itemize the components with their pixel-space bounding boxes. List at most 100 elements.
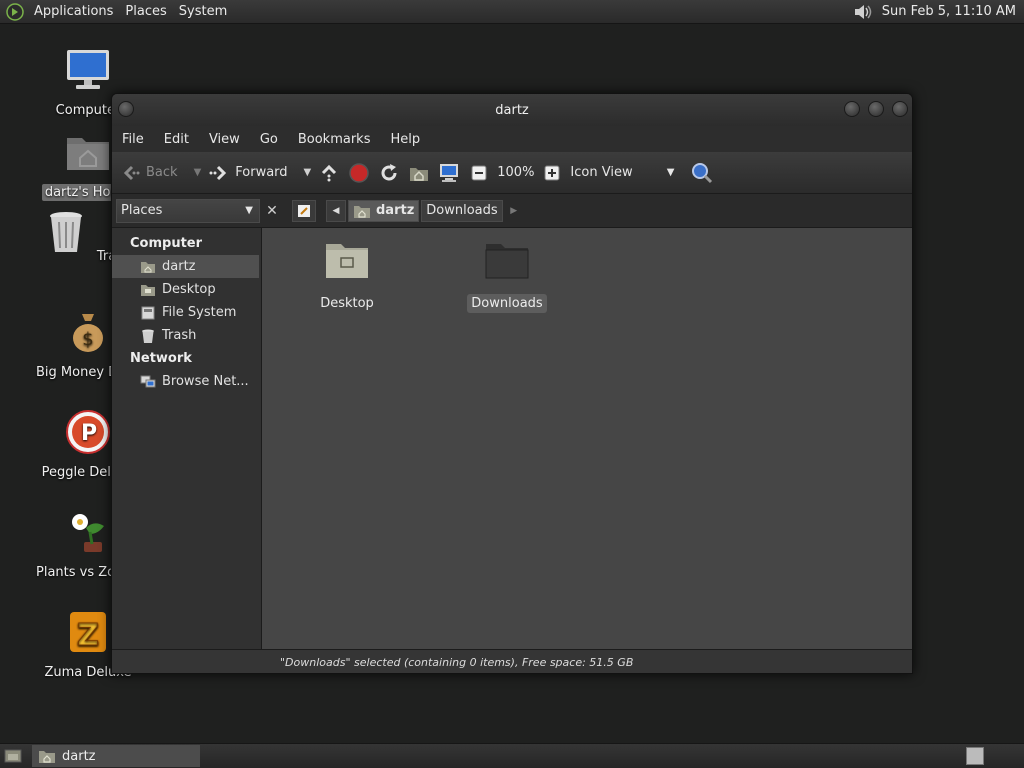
up-arrow-icon [322,164,337,181]
sidebar-header-network: Network [130,351,192,366]
view-mode-label: Icon View [570,165,633,180]
path-scroll-right-button[interactable]: ▶ [505,200,523,222]
sidebar-item-file-system[interactable]: File System [112,301,261,324]
back-history-dropdown-icon[interactable]: ▼ [194,167,202,178]
file-item-downloads[interactable]: Downloads [462,238,552,313]
home-icon [410,167,429,181]
drive-icon [141,306,155,319]
toolbar: Back ▼ Forward ▼ 100% Icon View ▼ [112,152,912,194]
stop-icon [349,162,369,183]
forward-history-dropdown-icon[interactable]: ▼ [304,167,312,178]
sidebar-item-label: Trash [162,328,197,343]
desktop-folder-icon [141,284,155,296]
zoom-out-button[interactable] [467,152,491,193]
svg-text:Z: Z [77,618,99,653]
menu-help[interactable]: Help [380,132,430,147]
sidebar-item-label: Browse Net... [162,374,249,389]
home-folder-icon [354,205,370,218]
chevron-down-icon: ▼ [666,167,675,178]
maximize-button[interactable] [868,101,884,117]
clock[interactable]: Sun Feb 5, 11:10 AM [874,4,1020,19]
sidebar-item-desktop[interactable]: Desktop [112,278,261,301]
zoom-level[interactable]: 100% [497,152,534,193]
back-label: Back [146,165,178,180]
file-item-desktop[interactable]: Desktop [302,238,392,313]
close-sidebar-icon[interactable]: ✕ [262,200,282,222]
reload-icon [381,163,397,180]
peggle-icon: P [66,410,110,454]
minimize-button[interactable] [844,101,860,117]
sidebar-item-label: Desktop [162,282,216,297]
zoom-in-icon [544,165,560,180]
location-bar: Places ▼ ✕ ◀ dartz Downloads ▶ [112,194,912,228]
forward-arrow-icon [209,165,227,180]
zoom-out-icon [471,165,487,180]
svg-text:$: $ [82,329,93,350]
up-button[interactable] [317,152,341,193]
volume-icon[interactable] [852,2,874,22]
places-sidebar: Computer dartz Desktop File System Trash… [112,228,262,649]
sidebar-item-browse-network[interactable]: Browse Net... [112,370,261,393]
show-desktop-icon[interactable] [4,748,22,764]
menu-file[interactable]: File [112,132,154,147]
menu-go[interactable]: Go [250,132,288,147]
view-mode-select[interactable]: Icon View ▼ [570,152,674,193]
computer-button[interactable] [437,152,461,193]
toggle-location-entry-button[interactable] [292,199,316,222]
path-crumb-downloads[interactable]: Downloads [421,199,503,222]
computer-icon [440,163,459,182]
taskbar-item-label: dartz [62,748,96,764]
home-folder-icon [39,751,55,763]
svg-text:P: P [81,421,97,446]
reload-button[interactable] [377,152,401,193]
stop-button[interactable] [347,152,371,193]
home-button[interactable] [407,152,431,193]
taskbar-item-dartz[interactable]: dartz [32,745,200,767]
path-scroll-left-button[interactable]: ◀ [326,199,346,222]
menu-bookmarks[interactable]: Bookmarks [288,132,381,147]
money-bag-icon: $ [73,314,103,352]
window-menu-button[interactable] [118,101,134,117]
file-view[interactable]: Desktop Downloads [262,228,912,649]
applications-menu[interactable]: Applications [28,0,119,24]
system-menu[interactable]: System [173,0,233,24]
chevron-down-icon: ▼ [245,205,253,216]
window-title: dartz [495,102,529,118]
path-crumb-label: Downloads [426,203,498,218]
sidebar-type-select[interactable]: Places ▼ [116,198,260,223]
window-titlebar[interactable]: dartz [112,94,912,126]
path-crumb-dartz[interactable]: dartz [348,199,420,222]
sidebar-type-label: Places [121,203,163,218]
zoom-in-button[interactable] [540,152,564,193]
sidebar-item-label: File System [162,305,237,320]
trash-icon [142,329,154,343]
file-item-label: Downloads [467,294,547,313]
back-button[interactable]: Back [118,152,182,193]
menu-view[interactable]: View [199,132,250,147]
sidebar-header-computer: Computer [130,236,203,251]
menu-edit[interactable]: Edit [154,132,199,147]
home-folder-icon [67,138,109,170]
trash-icon [49,212,82,252]
top-panel: Applications Places System Sun Feb 5, 11… [0,0,1024,24]
close-button[interactable] [892,101,908,117]
computer-icon [67,50,109,89]
status-bar: "Downloads" selected (containing 0 items… [112,649,912,673]
file-manager-window: dartz File Edit View Go Bookmarks Help B… [111,93,913,674]
bottom-panel: dartz [0,743,1024,768]
menubar: File Edit View Go Bookmarks Help [112,126,912,152]
sidebar-item-dartz[interactable]: dartz [112,255,259,278]
home-folder-icon [141,261,155,273]
sidebar-item-trash[interactable]: Trash [112,324,261,347]
desktop-folder-icon [326,244,368,278]
search-button[interactable] [690,152,714,193]
back-arrow-icon [123,165,140,180]
search-icon [692,162,713,183]
path-crumb-label: dartz [376,203,415,218]
zuma-icon: Z [70,612,106,654]
workspace-switcher[interactable] [966,747,984,765]
distro-logo-icon[interactable] [6,2,24,21]
places-menu[interactable]: Places [119,0,172,24]
edit-icon [298,204,310,217]
forward-button[interactable]: Forward [207,152,291,193]
